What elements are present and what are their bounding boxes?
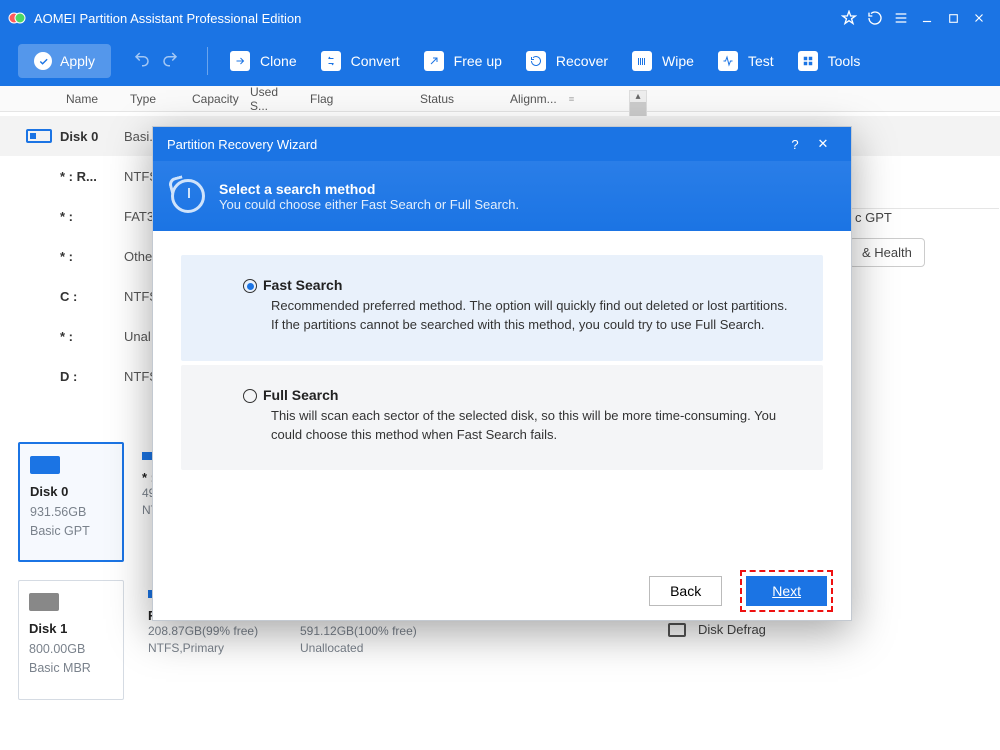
col-alignment[interactable]: Alignm... <box>504 92 562 106</box>
disk-card[interactable]: Disk 0 931.56GB Basic GPT <box>18 442 124 562</box>
wizard-title: Partition Recovery Wizard <box>167 137 317 152</box>
radio-icon[interactable] <box>243 389 257 403</box>
option-fast-search[interactable]: Fast Search Recommended preferred method… <box>181 255 823 361</box>
tool-wipe[interactable]: Wipe <box>624 44 702 78</box>
disk-card[interactable]: Disk 1 800.00GB Basic MBR <box>18 580 124 700</box>
column-headers: Name Type Capacity Used S... Flag Status… <box>0 86 1000 112</box>
convert-icon <box>321 51 341 71</box>
highlight-annotation: Next <box>740 570 833 612</box>
radio-icon[interactable] <box>243 279 257 293</box>
disk-defrag-item[interactable]: Disk Defrag <box>668 622 766 637</box>
disk-icon <box>29 593 59 611</box>
clock-icon <box>171 179 205 213</box>
tool-tools[interactable]: Tools <box>790 44 869 78</box>
disk-meta-gpt: c GPT <box>855 210 892 225</box>
undo-icon[interactable] <box>133 50 151 73</box>
col-type[interactable]: Type <box>124 92 186 106</box>
scroll-up-icon[interactable]: ▴ <box>630 91 646 102</box>
partition-recovery-wizard: Partition Recovery Wizard ? ✕ Select a s… <box>152 126 852 621</box>
col-flag[interactable]: Flag <box>304 92 414 106</box>
apply-label: Apply <box>60 53 95 69</box>
refresh-icon[interactable] <box>862 5 888 31</box>
col-used[interactable]: Used S... <box>244 85 304 113</box>
maximize-button[interactable] <box>940 5 966 31</box>
app-logo-icon <box>8 9 26 27</box>
minimize-button[interactable] <box>914 5 940 31</box>
close-icon[interactable]: ✕ <box>809 136 837 152</box>
clone-icon <box>230 51 250 71</box>
col-capacity[interactable]: Capacity <box>186 92 244 106</box>
option-full-search[interactable]: Full Search This will scan each sector o… <box>181 365 823 471</box>
list-view-icon[interactable] <box>562 93 582 105</box>
disk-cards: Disk 0 931.56GB Basic GPT * : 499 NTF <box>18 442 168 562</box>
wizard-titlebar: Partition Recovery Wizard ? ✕ <box>153 127 851 161</box>
wizard-footer: Back Next <box>153 562 851 620</box>
check-icon <box>34 52 52 70</box>
test-icon <box>718 51 738 71</box>
main-toolbar: Apply Clone Convert Free up Recover Wipe… <box>0 36 1000 86</box>
next-button[interactable]: Next <box>746 576 827 606</box>
menu-icon[interactable] <box>888 5 914 31</box>
freeup-icon <box>424 51 444 71</box>
star-icon[interactable] <box>836 5 862 31</box>
tool-convert[interactable]: Convert <box>313 44 408 78</box>
app-title: AOMEI Partition Assistant Professional E… <box>34 11 836 26</box>
wizard-header: Select a search method You could choose … <box>153 161 851 231</box>
close-button[interactable] <box>966 5 992 31</box>
recover-icon <box>526 51 546 71</box>
wizard-subheading: You could choose either Fast Search or F… <box>219 197 519 212</box>
disk-icon <box>26 129 52 143</box>
wizard-heading: Select a search method <box>219 181 519 197</box>
titlebar: AOMEI Partition Assistant Professional E… <box>0 0 1000 36</box>
wipe-icon <box>632 51 652 71</box>
tools-icon <box>798 51 818 71</box>
tool-freeup[interactable]: Free up <box>416 44 510 78</box>
tool-recover[interactable]: Recover <box>518 44 616 78</box>
tool-clone[interactable]: Clone <box>222 44 305 78</box>
health-button[interactable]: & Health <box>849 238 925 267</box>
apply-button[interactable]: Apply <box>18 44 111 78</box>
col-name[interactable]: Name <box>60 92 124 106</box>
help-icon[interactable]: ? <box>781 137 809 152</box>
back-button[interactable]: Back <box>649 576 722 606</box>
disk-icon <box>30 456 60 474</box>
col-status[interactable]: Status <box>414 92 504 106</box>
tool-test[interactable]: Test <box>710 44 782 78</box>
defrag-icon <box>668 623 686 637</box>
redo-icon[interactable] <box>161 50 179 73</box>
